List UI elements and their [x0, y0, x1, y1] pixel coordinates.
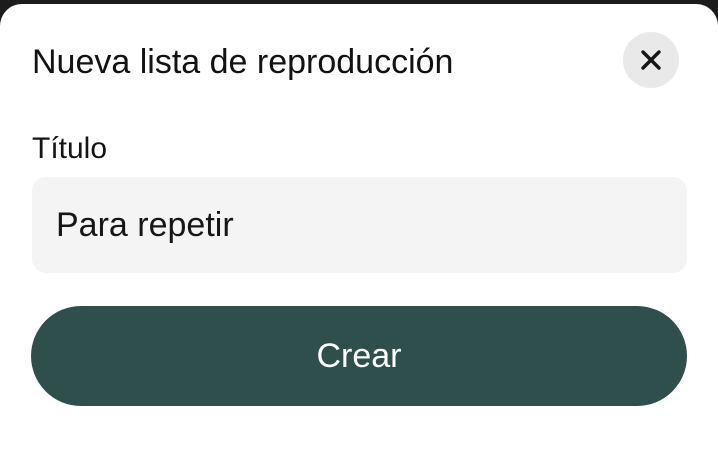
title-input[interactable] [56, 205, 663, 245]
close-button[interactable] [623, 32, 679, 88]
title-field-label: Título [32, 132, 108, 165]
close-icon [641, 50, 661, 70]
dialog-title: Nueva lista de reproducción [32, 43, 454, 81]
create-button[interactable]: Crear [31, 306, 687, 406]
title-field[interactable] [32, 177, 687, 273]
new-playlist-dialog: Nueva lista de reproducción Título Crear [0, 4, 718, 456]
